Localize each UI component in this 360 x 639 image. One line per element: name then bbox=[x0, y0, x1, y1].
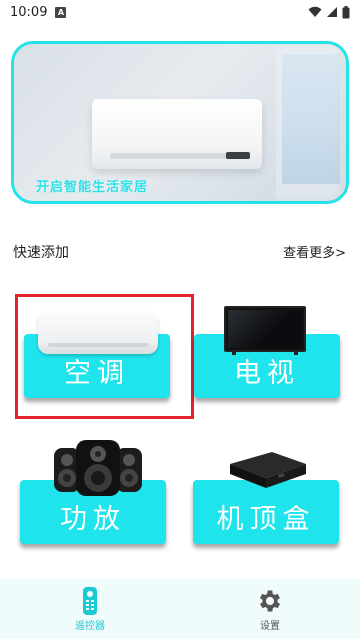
section-title: 快速添加 bbox=[13, 245, 69, 261]
tv-icon bbox=[224, 306, 306, 352]
set-top-box-icon bbox=[230, 452, 306, 488]
remote-control-icon bbox=[83, 587, 97, 615]
device-label: 电视 bbox=[234, 358, 300, 389]
nav-item-settings[interactable]: 设置 bbox=[180, 579, 360, 639]
banner-window bbox=[282, 54, 340, 184]
signal-icon bbox=[327, 7, 337, 17]
device-label: 机顶盒 bbox=[216, 504, 316, 535]
hero-banner[interactable]: 开启智能生活家居 bbox=[11, 41, 349, 204]
status-icons bbox=[308, 5, 350, 19]
status-time: 10:09 bbox=[10, 4, 48, 20]
speaker-icon bbox=[54, 440, 142, 496]
banner-caption: 开启智能生活家居 bbox=[36, 180, 149, 195]
notification-icon: A bbox=[55, 6, 67, 18]
status-bar: 10:09 A bbox=[0, 0, 360, 24]
see-more-link[interactable]: 查看更多> bbox=[283, 242, 346, 261]
device-label: 功放 bbox=[60, 504, 126, 535]
ac-display bbox=[226, 152, 250, 159]
gear-icon bbox=[259, 590, 281, 612]
tv-stand-left bbox=[232, 350, 236, 355]
selection-highlight bbox=[15, 294, 194, 419]
app-screen: 10:09 A 开启智能生活家居 快速添加 查看更多> 空调 电视 功放 机顶盒… bbox=[0, 0, 360, 639]
banner-air-conditioner-image bbox=[92, 99, 262, 169]
nav-label-remote: 遥控器 bbox=[75, 621, 105, 632]
nav-label-settings: 设置 bbox=[260, 621, 280, 632]
nav-item-remote[interactable]: 遥控器 bbox=[0, 579, 180, 639]
battery-icon bbox=[342, 5, 350, 18]
bottom-nav: 遥控器 设置 bbox=[0, 579, 360, 639]
wifi-icon bbox=[308, 6, 322, 17]
tv-stand-right bbox=[294, 350, 298, 355]
